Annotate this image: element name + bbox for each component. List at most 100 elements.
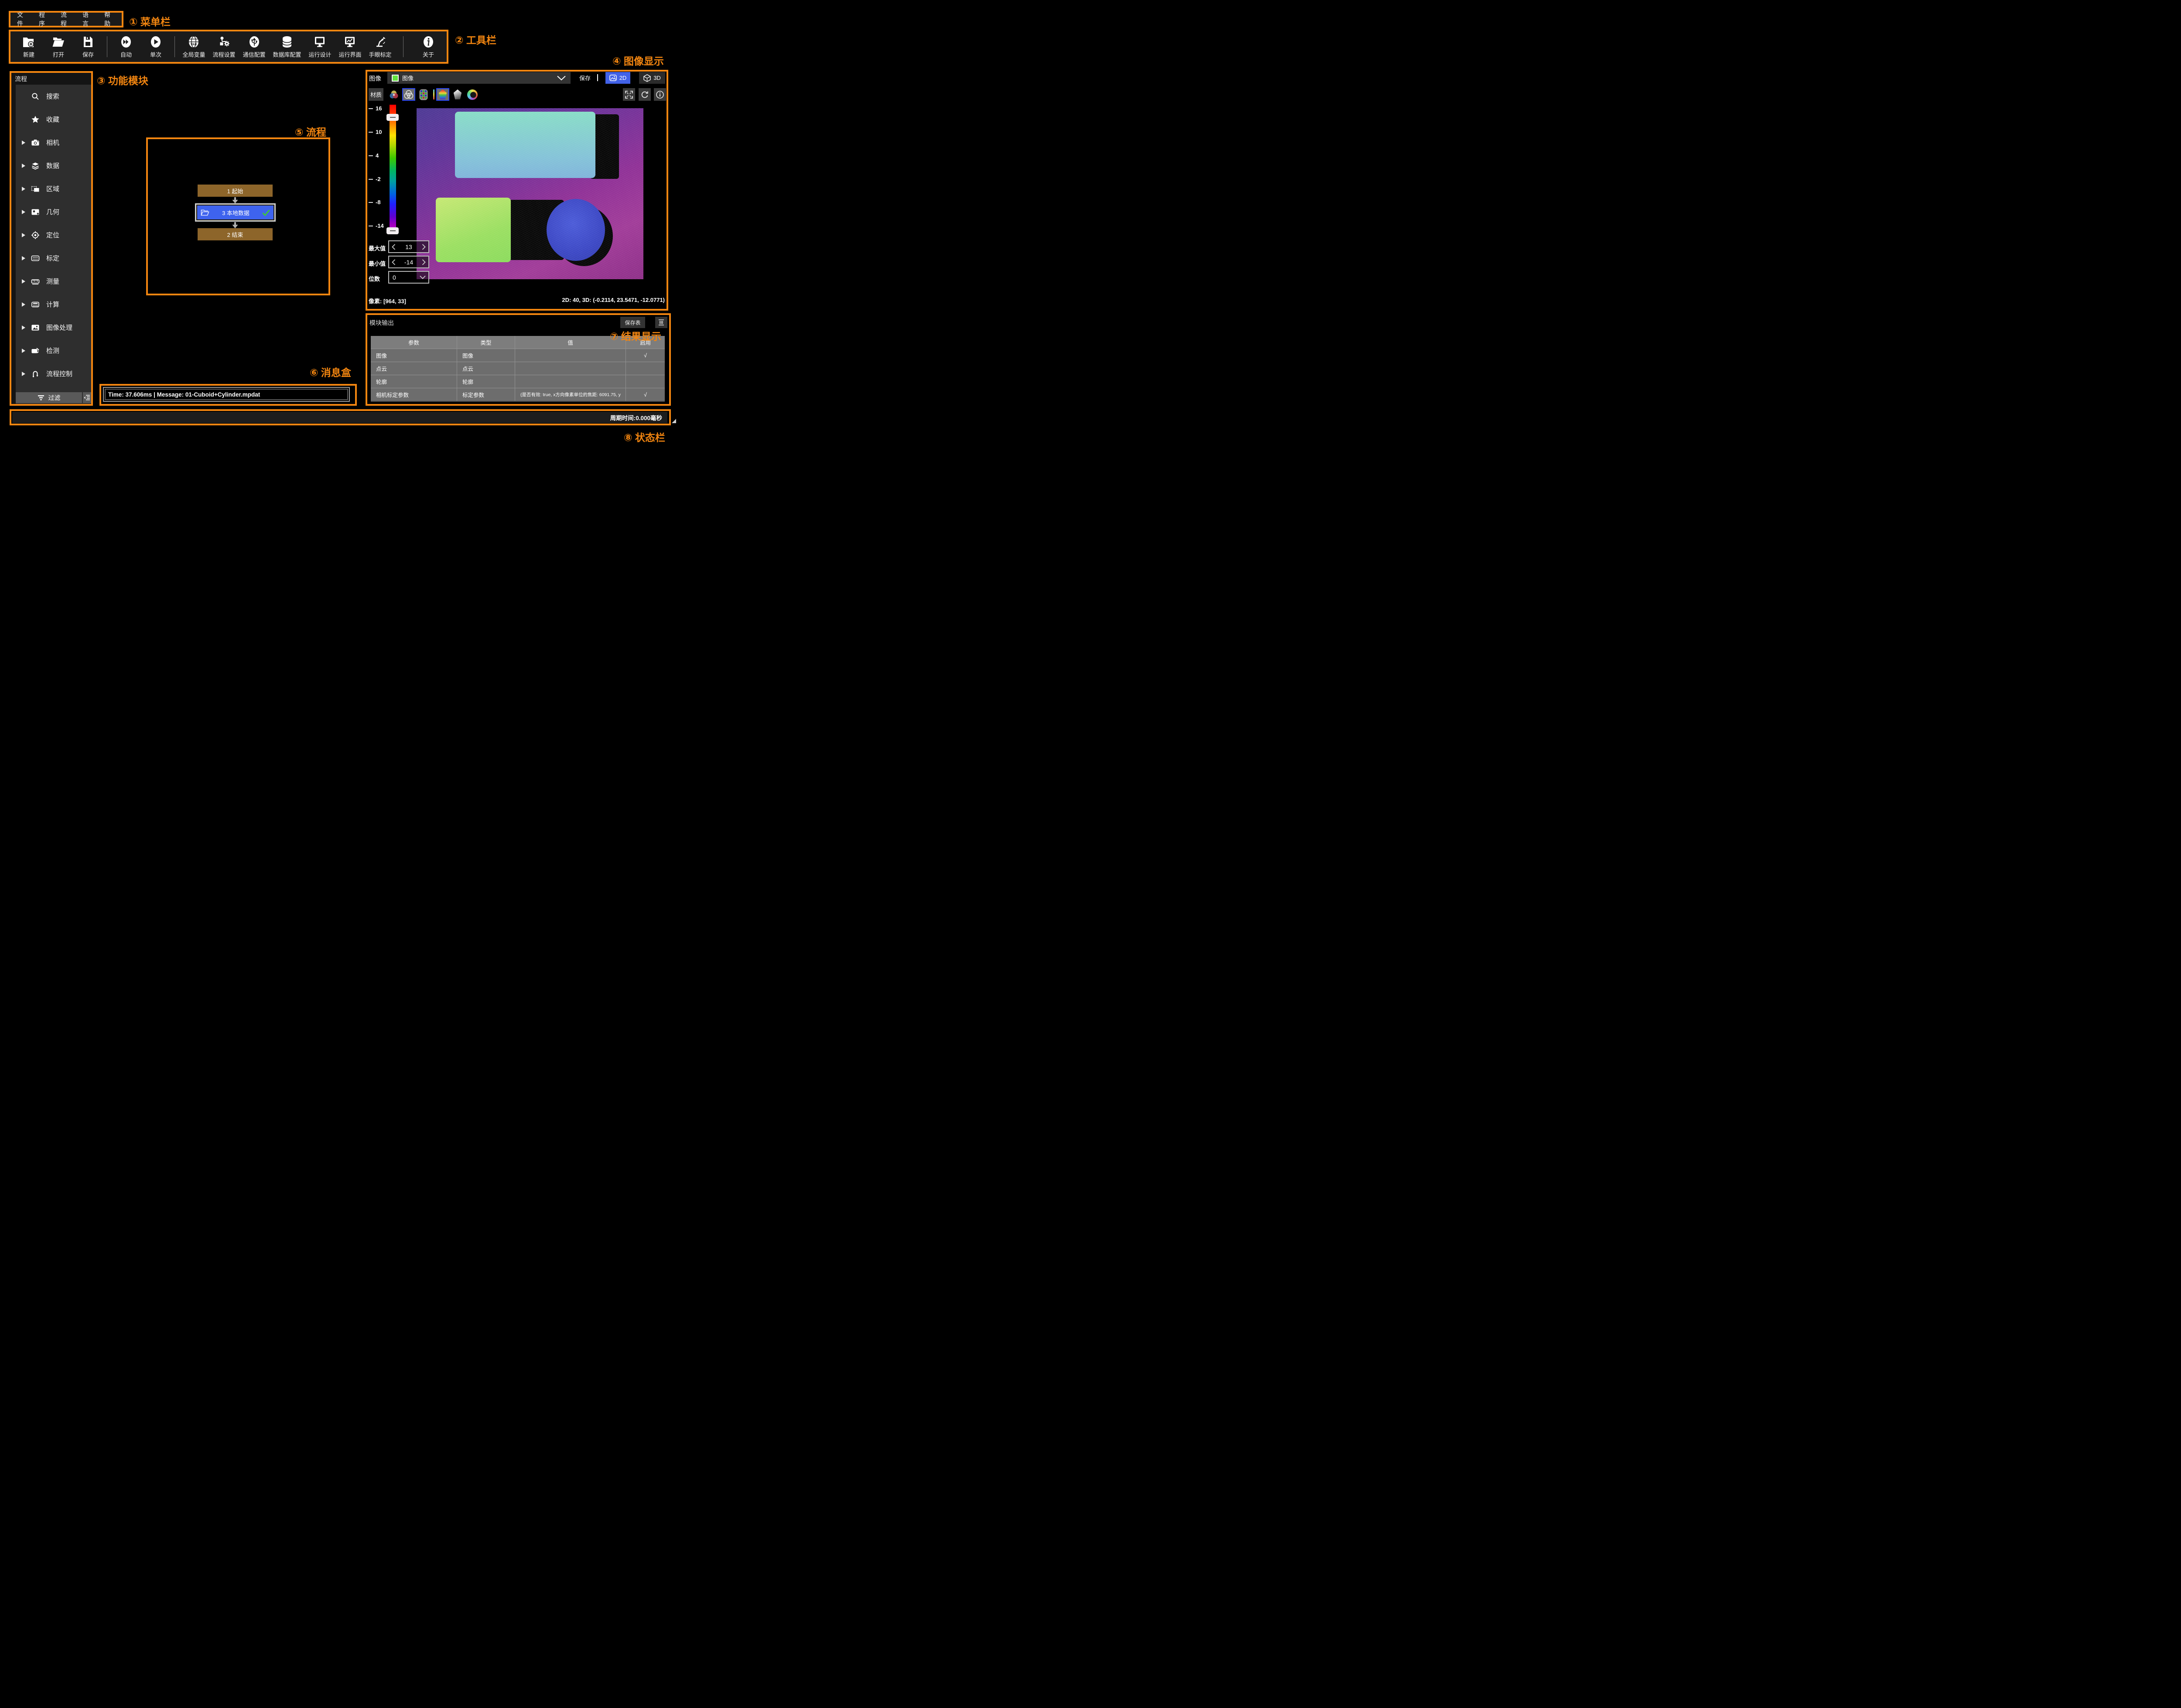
cell-enabled[interactable] xyxy=(626,375,665,388)
expand-arrow-icon[interactable] xyxy=(18,279,29,284)
header-separator xyxy=(597,74,598,81)
cube-top-face xyxy=(436,198,511,262)
communication-config-button[interactable]: 通信配置 xyxy=(239,35,269,58)
material-rgb-venn-button[interactable] xyxy=(387,88,400,101)
image-viewport[interactable] xyxy=(417,108,643,279)
image-save-button[interactable]: 保存 xyxy=(576,72,594,84)
collapse-panel-button[interactable] xyxy=(83,392,91,403)
digits-dropdown[interactable]: 0 xyxy=(388,271,429,284)
refresh-icon xyxy=(640,90,649,99)
flow-node-start[interactable]: 1 起始 xyxy=(198,185,273,197)
monitor-chart-icon xyxy=(343,35,356,49)
menu-language[interactable]: 语言 xyxy=(82,10,93,28)
column-header[interactable]: 值 xyxy=(515,336,626,349)
menu-flow[interactable]: 流程 xyxy=(61,10,72,28)
save-button[interactable]: 保存 xyxy=(73,35,103,58)
scale-min-handle[interactable] xyxy=(386,227,399,234)
flow-arrow-icon xyxy=(232,197,239,204)
chevron-left-icon[interactable] xyxy=(389,244,396,250)
auto-run-button[interactable]: 自动 xyxy=(111,35,141,58)
view-3d-button[interactable]: 3D xyxy=(639,72,665,84)
view-2d-label: 2D xyxy=(619,75,627,81)
refresh-button[interactable] xyxy=(639,88,651,101)
expand-arrow-icon[interactable] xyxy=(18,210,29,214)
silver-gem-icon xyxy=(453,89,462,100)
flow-node-local-data[interactable]: 3 本地数据 xyxy=(197,205,273,219)
fullscreen-button[interactable] xyxy=(623,88,635,101)
expand-arrow-icon[interactable] xyxy=(18,233,29,237)
menu-help[interactable]: 帮助 xyxy=(104,10,115,28)
toolbar-label: 运行设计 xyxy=(308,50,331,58)
new-button[interactable]: 新建 xyxy=(14,35,44,58)
image-info-button[interactable] xyxy=(654,88,666,101)
view-2d-button[interactable]: 2D xyxy=(605,72,630,84)
sidebar-item-flow-control[interactable]: 流程控制 xyxy=(16,362,91,385)
material-bayer-grid-button[interactable] xyxy=(417,88,430,101)
single-run-button[interactable]: 单次 xyxy=(141,35,171,58)
menu-program[interactable]: 程序 xyxy=(39,10,50,28)
run-design-button[interactable]: 运行设计 xyxy=(305,35,335,58)
material-silver-gem-button[interactable] xyxy=(451,88,464,101)
cell-enabled[interactable] xyxy=(626,362,665,375)
expand-arrow-icon[interactable] xyxy=(18,325,29,330)
about-button[interactable]: 关于 xyxy=(414,35,443,58)
expand-arrow-icon[interactable] xyxy=(18,164,29,168)
ruler-icon xyxy=(29,277,42,286)
toolbar-label: 通信配置 xyxy=(243,50,266,58)
column-header[interactable]: 参数 xyxy=(371,336,457,349)
cell-enabled[interactable]: √ xyxy=(626,388,665,401)
table-row[interactable]: 轮廓 轮廓 xyxy=(371,375,665,388)
expand-arrow-icon[interactable] xyxy=(18,302,29,307)
expand-arrow-icon[interactable] xyxy=(18,349,29,353)
table-row[interactable]: 图像 图像 √ xyxy=(371,349,665,362)
chevron-right-icon[interactable] xyxy=(422,259,428,265)
locate-target-icon xyxy=(29,231,42,240)
max-value-spinner[interactable]: 13 xyxy=(388,240,429,253)
material-venn-outline-button[interactable] xyxy=(402,88,415,101)
column-header[interactable]: 类型 xyxy=(457,336,515,349)
sidebar-item-detection[interactable]: 检测 xyxy=(16,339,91,362)
sidebar-item-measure[interactable]: 测量 xyxy=(16,270,91,293)
open-button[interactable]: 打开 xyxy=(44,35,73,58)
global-variables-button[interactable]: VAR 全局变量 xyxy=(179,35,209,58)
chevron-right-icon[interactable] xyxy=(422,244,428,250)
sidebar-item-camera[interactable]: 相机 xyxy=(16,131,91,154)
menu-file[interactable]: 文件 xyxy=(17,10,28,28)
cell-enabled[interactable]: √ xyxy=(626,349,665,362)
database-config-button[interactable]: 数据库配置 xyxy=(269,35,305,58)
sidebar-item-search[interactable]: 搜索 xyxy=(16,85,91,108)
material-button[interactable]: 材质 xyxy=(369,88,383,101)
save-table-button[interactable]: 保存表 xyxy=(620,317,645,328)
expand-arrow-icon[interactable] xyxy=(18,140,29,145)
table-row[interactable]: 点云 点云 xyxy=(371,362,665,375)
flow-node-label: 2 结束 xyxy=(227,230,243,239)
resize-grip[interactable] xyxy=(672,419,676,423)
sidebar-item-image-processing[interactable]: 图像处理 xyxy=(16,316,91,339)
scale-max-handle[interactable] xyxy=(386,114,399,121)
image-source-dropdown[interactable]: 图像 xyxy=(387,72,571,84)
sidebar-item-label: 区域 xyxy=(46,184,59,193)
sidebar-item-favorites[interactable]: 收藏 xyxy=(16,108,91,131)
flow-settings-button[interactable]: 流程设置 xyxy=(209,35,239,58)
sidebar-item-geometry[interactable]: 几何 xyxy=(16,200,91,223)
expand-arrow-icon[interactable] xyxy=(18,187,29,191)
sidebar-item-locate[interactable]: 定位 xyxy=(16,223,91,246)
sidebar-item-data[interactable]: 数据 xyxy=(16,154,91,177)
sidebar-item-calibration[interactable]: 标定 xyxy=(16,246,91,270)
material-color-wheel-button[interactable] xyxy=(466,88,479,101)
table-row[interactable]: 相机标定参数 标定参数 {是否有效: true, x方向像素单位的焦距: 609… xyxy=(371,388,665,401)
sidebar-item-calculate[interactable]: 计算 xyxy=(16,293,91,316)
run-interface-button[interactable]: 运行界面 xyxy=(335,35,365,58)
min-value-spinner[interactable]: -14 xyxy=(388,256,429,268)
sidebar-item-region[interactable]: 区域 xyxy=(16,177,91,200)
output-table: 参数 类型 值 启用 图像 图像 √ 点云 点云 轮廓 轮廓 xyxy=(371,336,665,402)
material-rainbow-gem-button[interactable] xyxy=(436,88,449,101)
filter-button[interactable]: 过滤 xyxy=(16,392,82,403)
expand-arrow-icon[interactable] xyxy=(18,256,29,260)
table-columns-button[interactable] xyxy=(655,317,667,328)
flow-node-end[interactable]: 2 结束 xyxy=(198,228,273,240)
expand-arrow-icon[interactable] xyxy=(18,372,29,376)
check-icon xyxy=(262,209,270,216)
chevron-left-icon[interactable] xyxy=(389,259,396,265)
hand-eye-calibration-button[interactable]: 手眼标定 xyxy=(365,35,395,58)
